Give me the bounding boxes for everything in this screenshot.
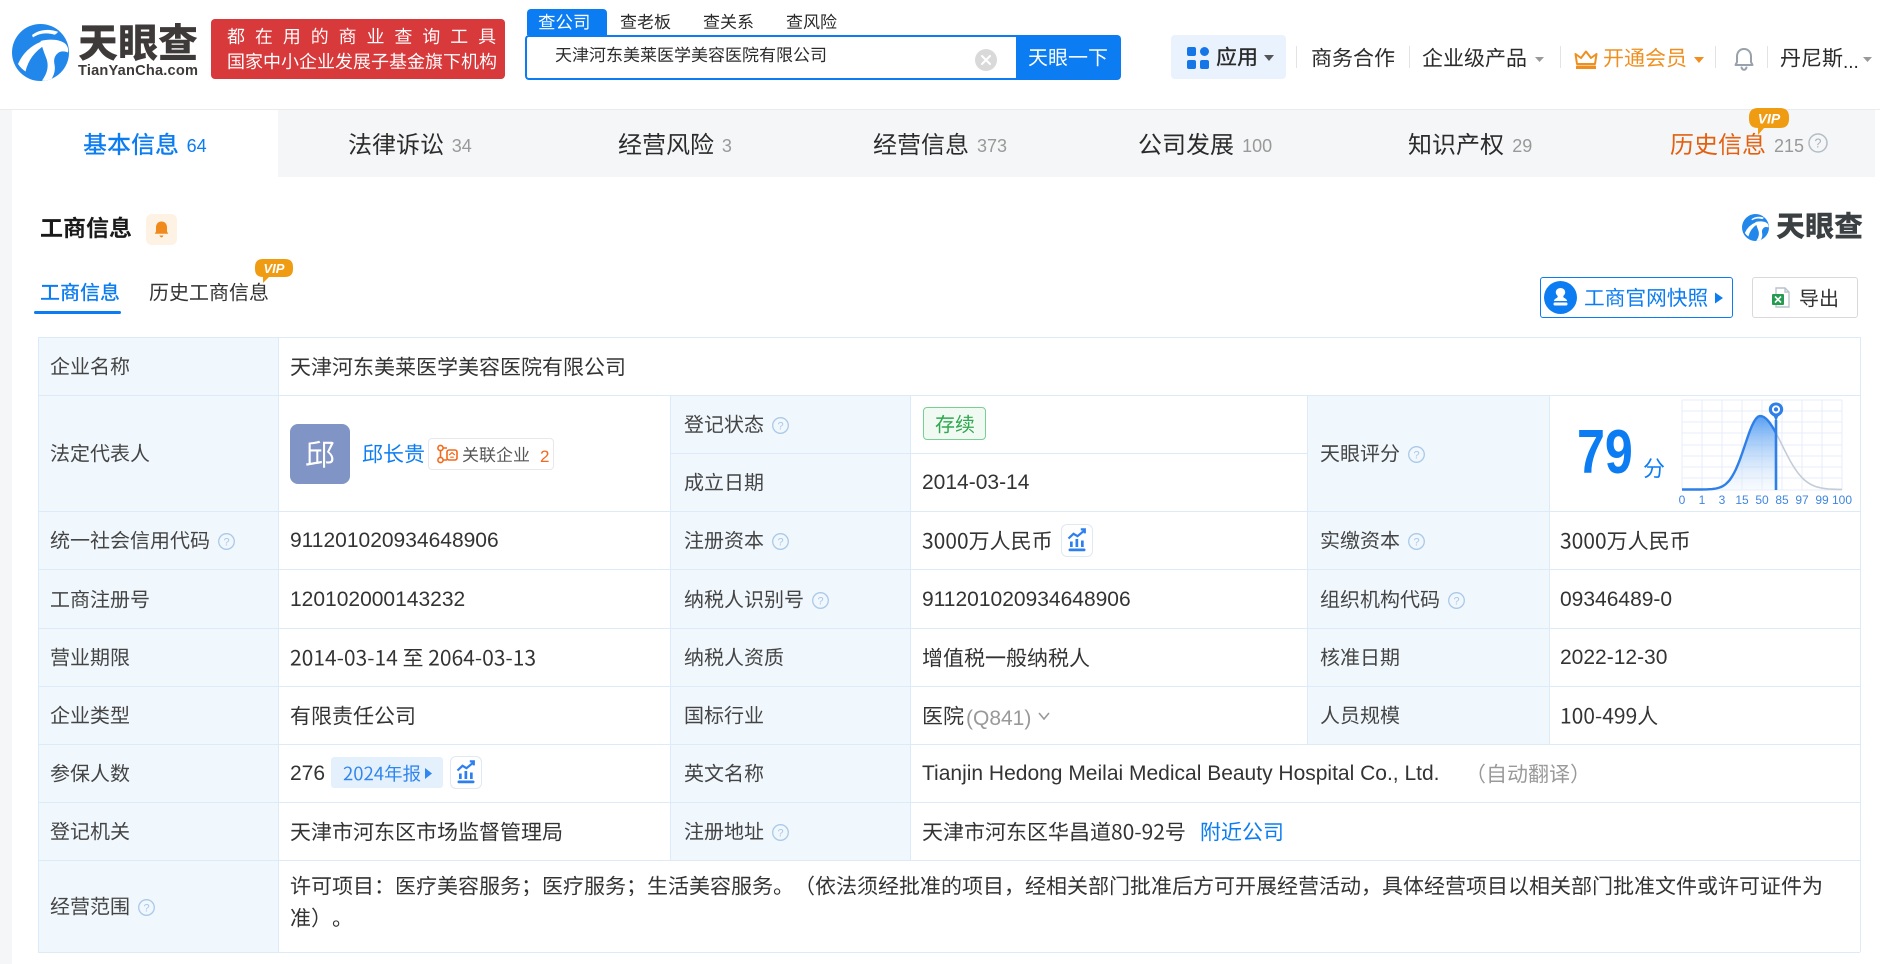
svg-text:?: ? (223, 536, 229, 548)
svg-text:85: 85 (1775, 493, 1789, 507)
svg-text:VIP: VIP (264, 261, 285, 276)
svg-text:?: ? (777, 536, 783, 548)
svg-text:3: 3 (1719, 493, 1726, 507)
svg-text:?: ? (777, 827, 783, 839)
svg-text:15: 15 (1735, 493, 1749, 507)
svg-text:VIP: VIP (1758, 111, 1781, 127)
svg-text:?: ? (1413, 536, 1419, 548)
svg-text:97: 97 (1795, 493, 1809, 507)
svg-text:?: ? (1413, 449, 1419, 461)
svg-text:1: 1 (1699, 493, 1706, 507)
svg-text:?: ? (817, 595, 823, 607)
svg-text:99: 99 (1815, 493, 1829, 507)
svg-text:?: ? (777, 420, 783, 432)
svg-text:0: 0 (1679, 493, 1686, 507)
svg-text:?: ? (1453, 595, 1459, 607)
svg-text:50: 50 (1755, 493, 1769, 507)
svg-text:100: 100 (1832, 493, 1852, 507)
svg-text:?: ? (143, 902, 149, 914)
svg-text:?: ? (1815, 137, 1822, 151)
